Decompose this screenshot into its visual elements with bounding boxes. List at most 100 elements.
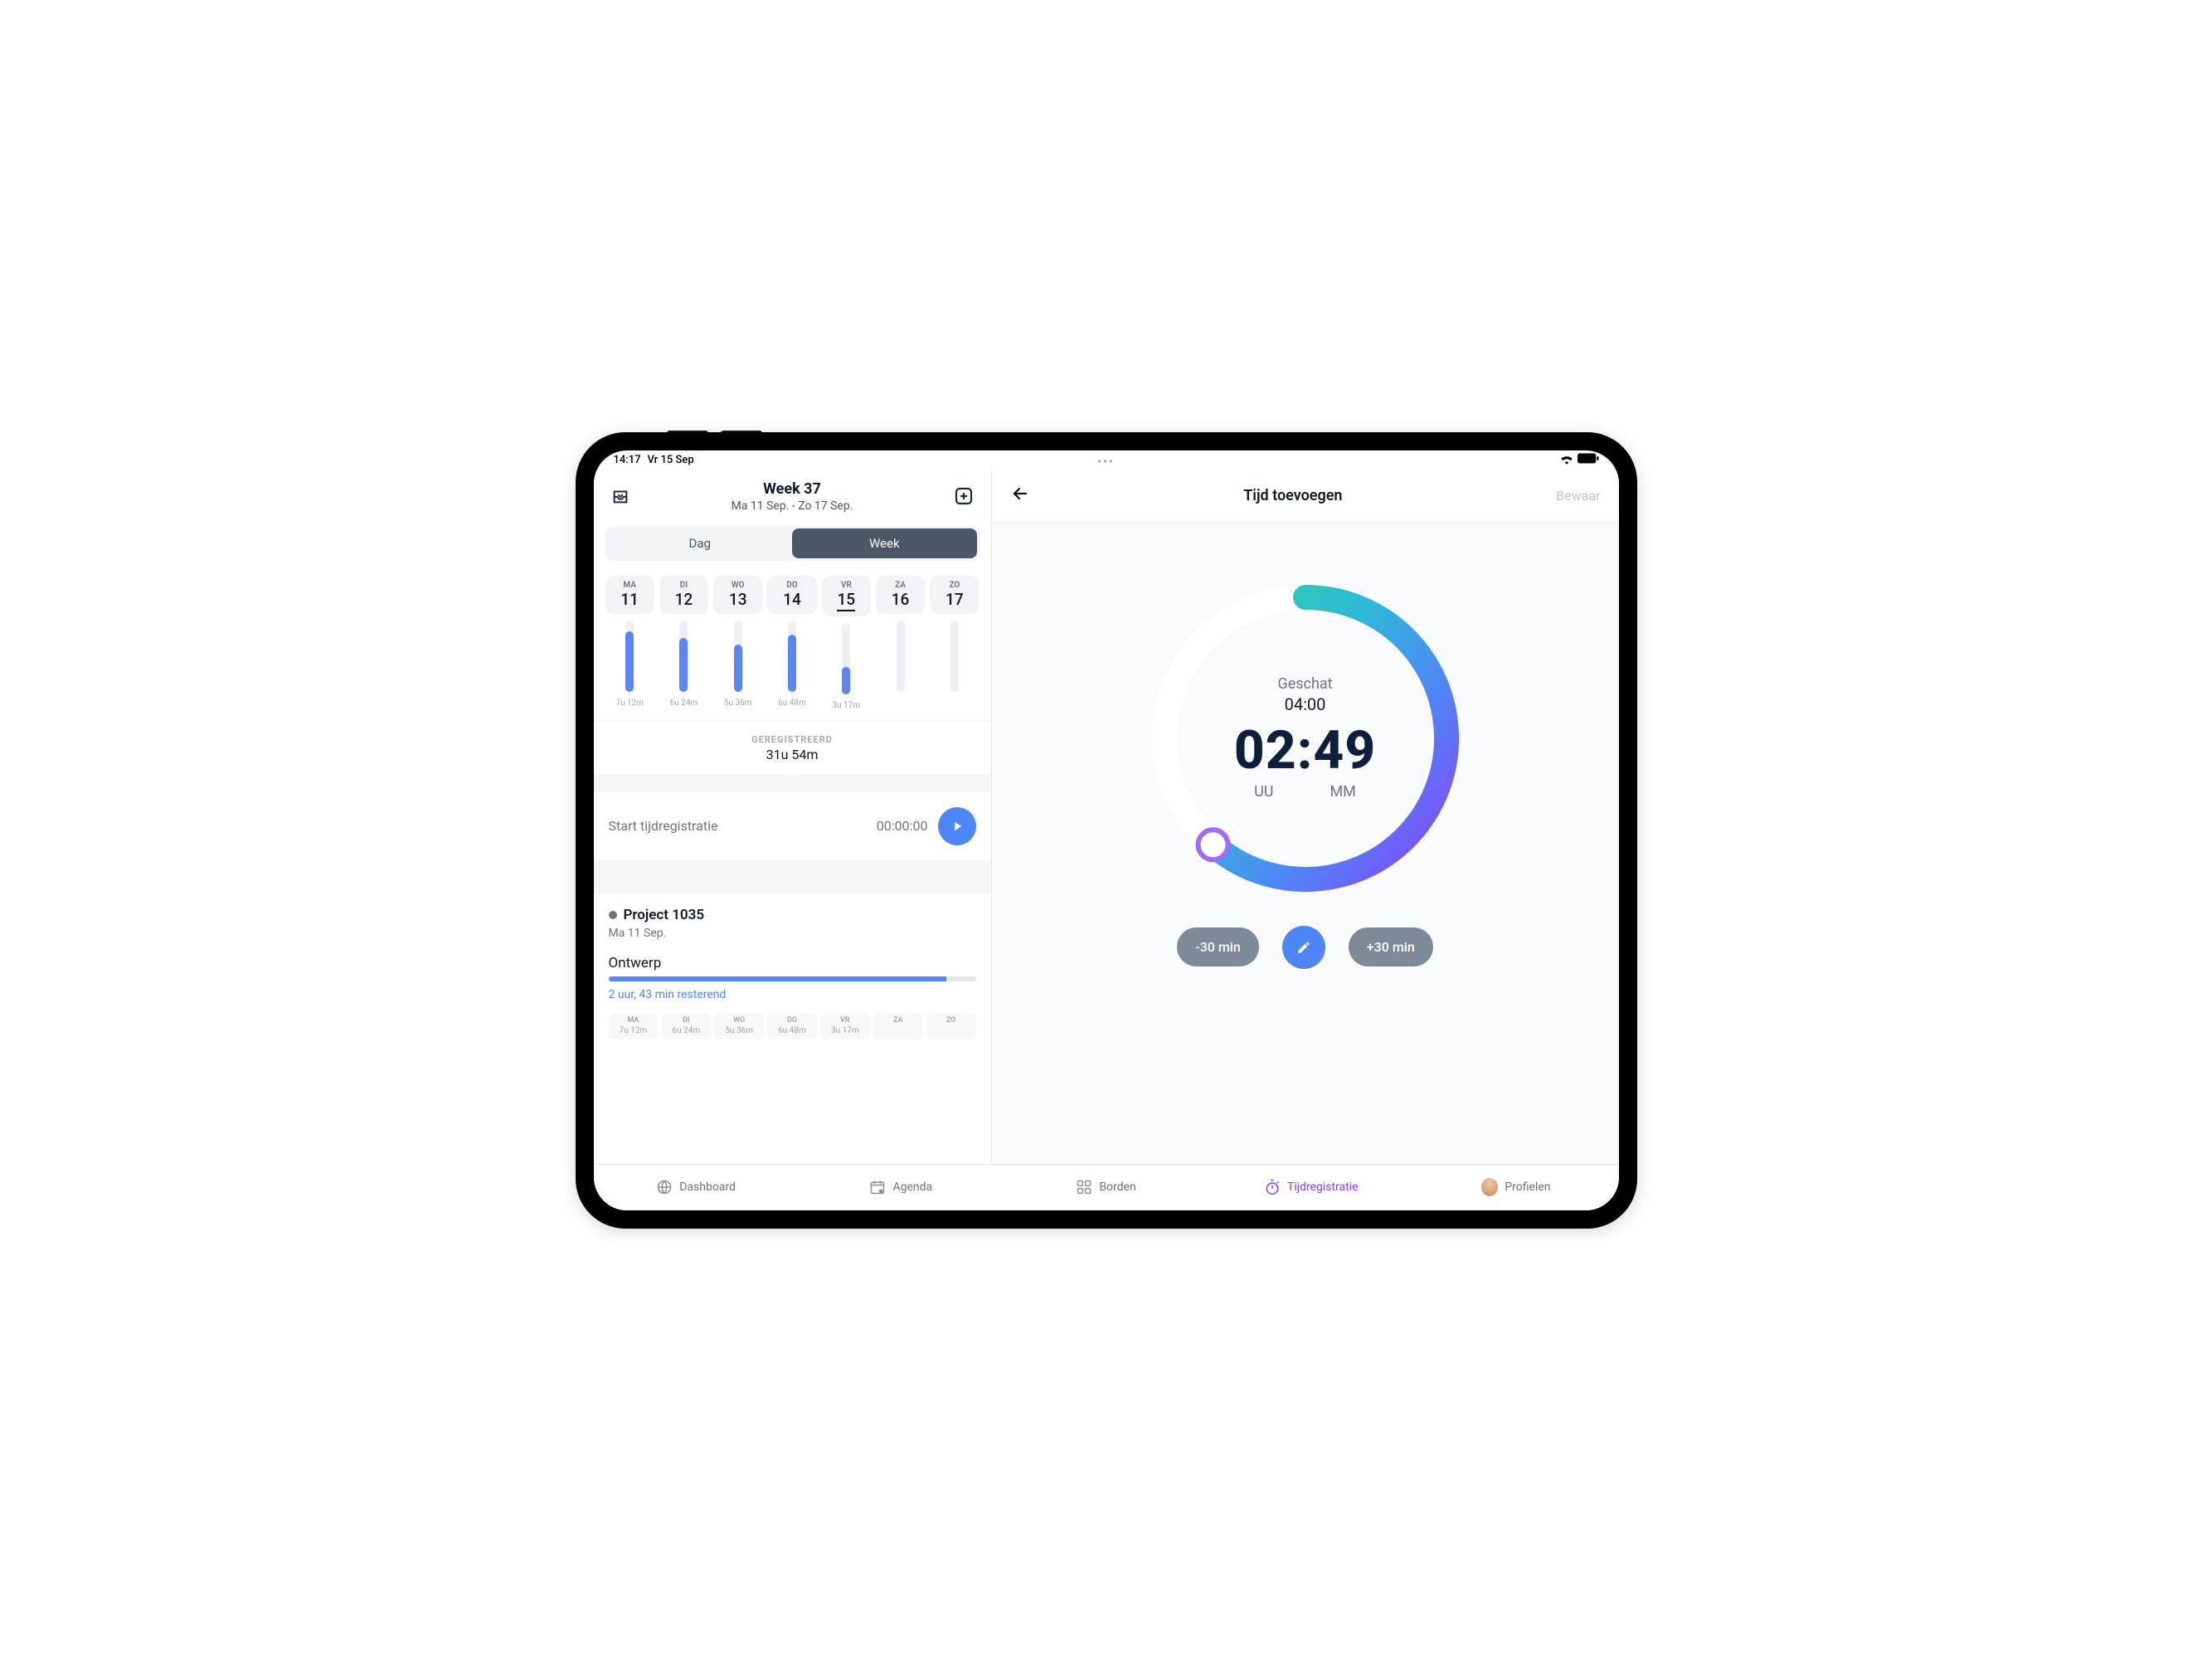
inbox-icon[interactable]: [609, 484, 632, 508]
day-duration: 5u 36m: [724, 699, 752, 708]
multitask-dots-icon[interactable]: •••: [1097, 455, 1114, 469]
project-name[interactable]: Project 1035: [624, 907, 705, 923]
day-column[interactable]: ZA 16: [876, 576, 925, 710]
nav-dashboard[interactable]: Dashboard: [594, 1165, 799, 1210]
mini-day: DI 6u 24m: [661, 1013, 711, 1039]
day-pill[interactable]: WO 13: [713, 576, 762, 614]
unit-hours: UU: [1254, 783, 1273, 801]
day-column[interactable]: MA 11 7u 12m: [605, 576, 654, 710]
save-button[interactable]: Bewaar: [1556, 488, 1600, 504]
task-remaining: 2 uur, 43 min resterend: [609, 988, 976, 1001]
start-timer-row: Start tijdregistratie 00:00:00: [594, 792, 991, 860]
day-bar: [842, 623, 850, 694]
status-date: Vr 15 Sep: [647, 454, 693, 466]
play-button[interactable]: [938, 807, 976, 845]
day-column[interactable]: DO 14 6u 48m: [767, 576, 816, 710]
nav-label: Profielen: [1505, 1180, 1550, 1194]
avatar-icon: [1481, 1179, 1498, 1195]
nav-label: Dashboard: [679, 1180, 736, 1194]
plus-30-button[interactable]: +30 min: [1349, 927, 1433, 966]
page-title: Tijd toevoegen: [1243, 487, 1342, 504]
day-pill[interactable]: ZA 16: [876, 576, 925, 614]
unit-minutes: MM: [1330, 783, 1355, 801]
day-duration: 6u 48m: [778, 699, 806, 708]
day-short: VR: [822, 581, 871, 590]
nav-profiles[interactable]: Profielen: [1413, 1165, 1618, 1210]
mini-day: WO 5u 36m: [714, 1013, 764, 1039]
day-number: 15: [837, 590, 855, 611]
nav-agenda[interactable]: Agenda: [799, 1165, 1004, 1210]
registered-value: 31u 54m: [594, 747, 991, 762]
days-row: MA 11 7u 12m DI 12 6u 24m WO 13 5u 36m D…: [594, 567, 991, 713]
day-pill[interactable]: MA 11: [605, 576, 654, 614]
registered-label: GEREGISTREERD: [594, 734, 991, 745]
day-bar: [679, 621, 688, 692]
mini-day: VR 3u 17m: [820, 1013, 870, 1039]
day-bar: [625, 621, 634, 692]
right-pane: Tijd toevoegen Bewaar: [992, 470, 1619, 1164]
day-number: 16: [892, 590, 910, 609]
day-short: ZO: [930, 581, 979, 590]
nav-label: Tijdregistratie: [1287, 1180, 1359, 1194]
day-number: 13: [729, 590, 747, 609]
mini-day: DO 6u 48m: [767, 1013, 817, 1039]
task-progress: [609, 976, 976, 981]
mini-days-row: MA 7u 12m DI 6u 24m WO 5u 36m DO 6u 48m …: [609, 1013, 976, 1039]
bottom-nav: Dashboard Agenda Borden: [594, 1164, 1619, 1210]
day-number: 11: [620, 590, 639, 609]
segment-day[interactable]: Dag: [608, 528, 793, 558]
stopwatch-icon: [1264, 1179, 1281, 1195]
mini-day-value: 6u 48m: [767, 1026, 817, 1036]
mini-day-value: 3u 17m: [820, 1026, 870, 1036]
wifi-icon: [1559, 453, 1574, 468]
minus-30-button[interactable]: -30 min: [1177, 927, 1259, 966]
mini-day-short: DO: [767, 1016, 817, 1025]
day-column[interactable]: ZO 17: [930, 576, 979, 710]
day-bar: [788, 621, 796, 692]
nav-label: Agenda: [892, 1180, 932, 1194]
mini-day-value: 5u 36m: [714, 1026, 764, 1036]
day-column[interactable]: DI 12 6u 24m: [659, 576, 708, 710]
edit-button[interactable]: [1282, 926, 1325, 969]
day-duration: 7u 12m: [615, 699, 644, 708]
day-short: ZA: [876, 581, 925, 590]
nav-time[interactable]: Tijdregistratie: [1208, 1165, 1413, 1210]
screen: 14:17 Vr 15 Sep •••: [594, 450, 1619, 1210]
day-pill[interactable]: DO 14: [767, 576, 816, 614]
day-short: DI: [659, 581, 708, 590]
segment-week[interactable]: Week: [792, 528, 977, 558]
nav-boards[interactable]: Borden: [1004, 1165, 1208, 1210]
week-title: Week 37: [732, 480, 853, 498]
day-duration: 3u 17m: [832, 701, 860, 710]
calendar-icon: [869, 1179, 886, 1195]
day-short: WO: [713, 581, 762, 590]
start-label: Start tijdregistratie: [609, 818, 867, 834]
mini-day-value: 6u 24m: [661, 1026, 711, 1036]
day-pill[interactable]: ZO 17: [930, 576, 979, 614]
battery-icon: [1578, 453, 1599, 467]
mini-day: ZO: [926, 1013, 976, 1039]
day-pill[interactable]: VR 15: [822, 576, 871, 616]
day-pill[interactable]: DI 12: [659, 576, 708, 614]
day-column[interactable]: VR 15 3u 17m: [822, 576, 871, 710]
day-number: 14: [783, 590, 801, 609]
mini-day-value: [873, 1026, 923, 1036]
day-bar: [734, 621, 742, 692]
add-button[interactable]: [952, 484, 975, 508]
project-section: Project 1035 Ma 11 Sep. Ontwerp 2 uur, 4…: [594, 893, 991, 1039]
day-column[interactable]: WO 13 5u 36m: [713, 576, 762, 710]
back-button[interactable]: [1010, 484, 1030, 509]
tablet-frame: 14:17 Vr 15 Sep •••: [576, 432, 1637, 1229]
grid-icon: [1076, 1179, 1092, 1195]
registered-block: GEREGISTREERD 31u 54m: [594, 720, 991, 774]
mini-day-short: ZA: [873, 1016, 923, 1025]
estimated-value: 04:00: [1285, 694, 1326, 714]
mini-day-short: ZO: [926, 1016, 976, 1025]
mini-day-value: 7u 12m: [609, 1026, 659, 1036]
project-date: Ma 11 Sep.: [609, 927, 976, 940]
day-bar: [897, 621, 905, 692]
mini-day-short: WO: [714, 1016, 764, 1025]
task-name[interactable]: Ontwerp: [609, 955, 976, 971]
time-dial[interactable]: Geschat 04:00 02:49 UU MM: [1140, 572, 1471, 904]
status-time: 14:17: [614, 454, 641, 466]
